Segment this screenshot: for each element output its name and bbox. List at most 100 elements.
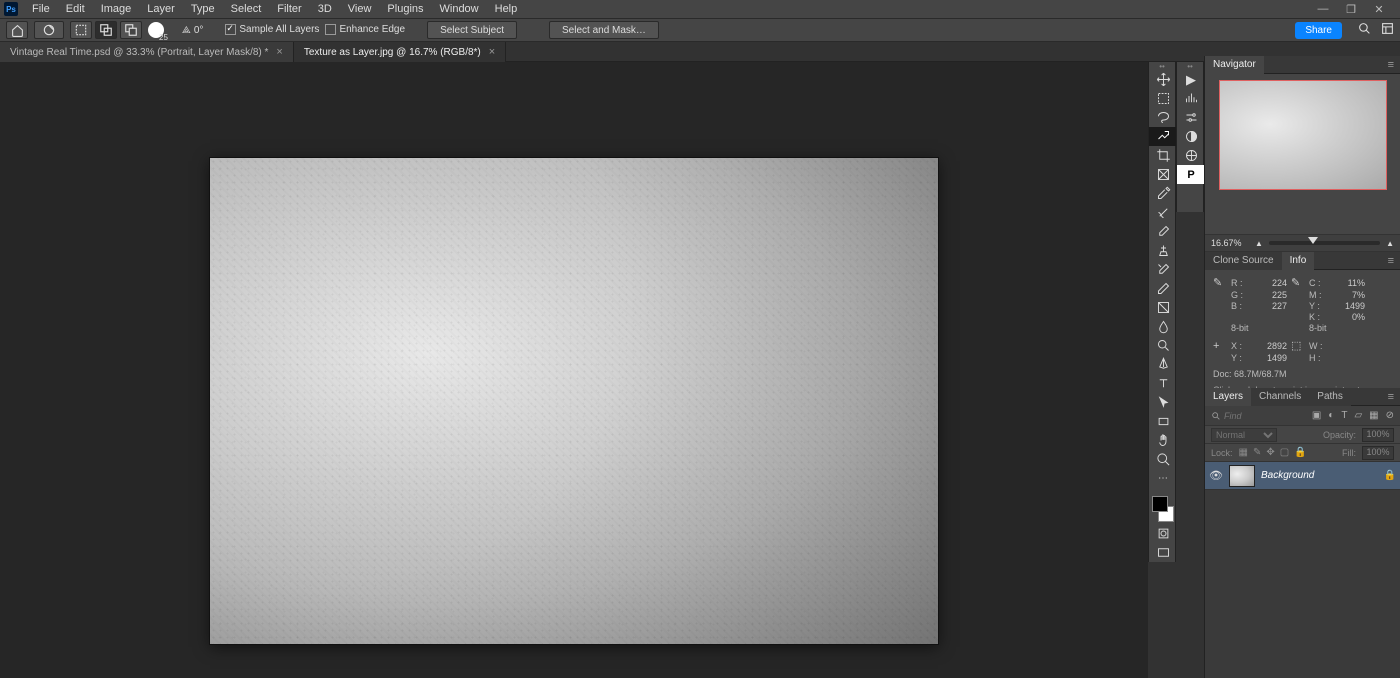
menu-view[interactable]: View	[340, 1, 380, 17]
filter-toggle-icon[interactable]: ⊘	[1386, 410, 1394, 421]
dodge-tool[interactable]	[1149, 336, 1177, 355]
canvas-area[interactable]	[0, 62, 1148, 678]
pen-tool[interactable]	[1149, 355, 1177, 374]
menu-image[interactable]: Image	[93, 1, 140, 17]
layer-filter-search[interactable]	[1211, 411, 1305, 421]
panel-menu-icon[interactable]: ≡	[1382, 255, 1400, 267]
opacity-field[interactable]: 100%	[1362, 428, 1394, 442]
menu-plugins[interactable]: Plugins	[379, 1, 431, 17]
edit-toolbar-button[interactable]: ⋯	[1149, 469, 1177, 488]
add-selection-button[interactable]	[95, 21, 117, 39]
hand-tool[interactable]	[1149, 431, 1177, 450]
document-canvas[interactable]	[210, 158, 938, 644]
menu-3d[interactable]: 3D	[310, 1, 340, 17]
panel-handle-icon[interactable]: ••	[1149, 62, 1175, 70]
zoom-tool[interactable]	[1149, 450, 1177, 469]
path-selection-tool[interactable]	[1149, 393, 1177, 412]
move-tool[interactable]	[1149, 70, 1177, 89]
restore-icon[interactable]: ❐	[1344, 3, 1358, 16]
layer-name[interactable]: Background	[1261, 470, 1314, 481]
tool-preset-dropdown[interactable]	[34, 21, 64, 39]
gradient-tool[interactable]	[1149, 298, 1177, 317]
crop-tool[interactable]	[1149, 146, 1177, 165]
filter-adjust-icon[interactable]: ◐	[1328, 410, 1334, 421]
menu-window[interactable]: Window	[432, 1, 487, 17]
filter-smart-icon[interactable]: ▦	[1369, 410, 1378, 421]
lasso-tool[interactable]	[1149, 108, 1177, 127]
workspace-icon[interactable]	[1381, 22, 1394, 38]
lock-icon[interactable]: 🔒	[1384, 470, 1396, 481]
close-icon[interactable]: ✕	[1372, 3, 1386, 16]
clone-stamp-tool[interactable]	[1149, 241, 1177, 260]
menu-layer[interactable]: Layer	[139, 1, 183, 17]
actions-panel-icon[interactable]: ▶	[1177, 70, 1205, 89]
fill-field[interactable]: 100%	[1362, 446, 1394, 460]
home-button[interactable]	[6, 21, 28, 39]
panel-handle-icon[interactable]: ••	[1177, 62, 1203, 70]
document-tab-1[interactable]: Texture as Layer.jpg @ 16.7% (RGB/8*)×	[294, 42, 506, 62]
screen-mode-button[interactable]	[1149, 543, 1177, 562]
filter-shape-icon[interactable]: ▱	[1354, 410, 1362, 421]
layers-tab[interactable]: Layers	[1205, 388, 1251, 406]
character-panel-icon[interactable]: P	[1177, 165, 1205, 184]
menu-help[interactable]: Help	[487, 1, 526, 17]
zoom-out-icon[interactable]: ▲	[1255, 239, 1263, 248]
lock-transparency-icon[interactable]: ▦	[1239, 447, 1248, 458]
layer-search-input[interactable]	[1224, 411, 1264, 421]
marquee-tool[interactable]	[1149, 89, 1177, 108]
paths-tab[interactable]: Paths	[1309, 388, 1351, 406]
lock-pixels-icon[interactable]: ✎	[1253, 447, 1261, 458]
zoom-value[interactable]: 16.67%	[1211, 238, 1249, 248]
new-selection-button[interactable]	[70, 21, 92, 39]
subtract-selection-button[interactable]	[120, 21, 142, 39]
select-and-mask-button[interactable]: Select and Mask…	[549, 21, 659, 39]
minimize-icon[interactable]: —	[1316, 3, 1330, 16]
zoom-in-icon[interactable]: ▲	[1386, 239, 1394, 248]
visibility-icon[interactable]: 👁	[1209, 469, 1223, 482]
navigator-tab[interactable]: Navigator	[1205, 56, 1264, 74]
navigator-preview[interactable]	[1219, 80, 1387, 190]
quick-mask-button[interactable]	[1149, 524, 1177, 543]
panel-menu-icon[interactable]: ≡	[1382, 59, 1400, 71]
menu-edit[interactable]: Edit	[58, 1, 93, 17]
share-button[interactable]: Share	[1295, 22, 1342, 39]
eyedropper-tool[interactable]	[1149, 184, 1177, 203]
healing-brush-tool[interactable]	[1149, 203, 1177, 222]
menu-filter[interactable]: Filter	[269, 1, 309, 17]
properties-panel-icon[interactable]	[1177, 108, 1205, 127]
channels-tab[interactable]: Channels	[1251, 388, 1309, 406]
layer-item-background[interactable]: 👁 Background 🔒	[1205, 462, 1400, 490]
clone-source-tab[interactable]: Clone Source	[1205, 252, 1282, 270]
quick-selection-tool[interactable]	[1149, 127, 1177, 146]
frame-tool[interactable]	[1149, 165, 1177, 184]
filter-pixel-icon[interactable]: ▣	[1312, 410, 1321, 421]
blur-tool[interactable]	[1149, 317, 1177, 336]
filter-type-icon[interactable]: T	[1341, 410, 1347, 421]
document-tab-0[interactable]: Vintage Real Time.psd @ 33.3% (Portrait,…	[0, 42, 294, 62]
rectangle-tool[interactable]	[1149, 412, 1177, 431]
info-tab[interactable]: Info	[1282, 252, 1315, 270]
type-tool[interactable]	[1149, 374, 1177, 393]
select-subject-button[interactable]: Select Subject	[427, 21, 517, 39]
brush-settings[interactable]: 25	[148, 22, 176, 38]
layer-thumbnail[interactable]	[1229, 465, 1255, 487]
angle-value[interactable]: 0°	[194, 25, 204, 36]
tab-close-icon[interactable]: ×	[489, 46, 495, 58]
history-brush-tool[interactable]	[1149, 260, 1177, 279]
libraries-panel-icon[interactable]	[1177, 146, 1205, 165]
eraser-tool[interactable]	[1149, 279, 1177, 298]
panel-menu-icon[interactable]: ≡	[1382, 391, 1400, 403]
lock-position-icon[interactable]: ✥	[1266, 447, 1274, 458]
sample-all-layers-checkbox[interactable]: Sample All Layers	[225, 24, 319, 35]
menu-type[interactable]: Type	[183, 1, 223, 17]
tab-close-icon[interactable]: ×	[276, 46, 282, 58]
brush-tool[interactable]	[1149, 222, 1177, 241]
blend-mode-select[interactable]: Normal	[1211, 428, 1277, 442]
enhance-edge-checkbox[interactable]: Enhance Edge	[325, 24, 405, 35]
lock-artboard-icon[interactable]: ▢	[1280, 447, 1289, 458]
search-icon[interactable]	[1358, 22, 1371, 38]
histogram-panel-icon[interactable]	[1177, 89, 1205, 108]
menu-file[interactable]: File	[24, 1, 58, 17]
lock-all-icon[interactable]: 🔒	[1294, 447, 1306, 458]
zoom-slider[interactable]	[1269, 241, 1380, 245]
